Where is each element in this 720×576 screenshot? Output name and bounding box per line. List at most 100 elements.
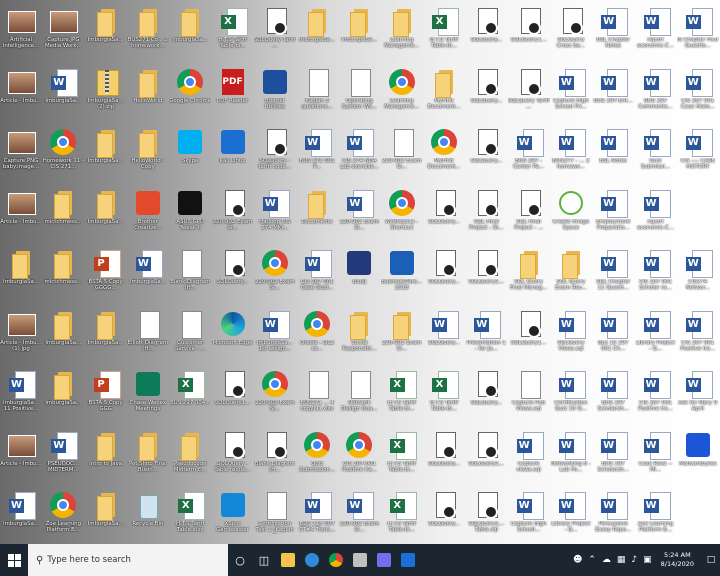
desktop-icon[interactable]: X H.T.S Tariff Table-bi... — [423, 365, 465, 427]
desktop-icon[interactable]: W Certification Quiz 10 Q... — [550, 365, 592, 427]
desktop-icon[interactable]: Capture.PNG baby.image... — [0, 123, 42, 185]
desktop-icon[interactable]: Capture.JPG Media Work... — [42, 2, 84, 64]
desktop-icon[interactable]: SQLQuery... — [465, 123, 507, 185]
desktop-icon[interactable]: ImburgiaSa... — [0, 244, 42, 306]
desktop-icon[interactable]: SQLQuery1... — [465, 426, 507, 488]
desktop-icon[interactable]: ImburgiaSa... — [42, 305, 84, 367]
desktop-icon[interactable]: SQL Query Final Manag... — [508, 244, 550, 306]
desktop-icon[interactable]: W SQLQuery Views.sql — [550, 305, 592, 367]
desktop-icon[interactable]: X H.T.S Tariff Table-bi... — [423, 2, 465, 64]
desktop-icon[interactable]: Wreport economic-C... — [635, 184, 677, 246]
desktop-icon[interactable]: SQLQuery... — [423, 184, 465, 246]
desktop-icon[interactable]: Pet Shop Final Busin... — [127, 426, 169, 488]
desktop-icon[interactable]: Microsoft Edge — [212, 305, 254, 367]
desktop-icon[interactable]: Article - Imbu... — [0, 426, 42, 488]
desktop-icon[interactable]: ImburgiaSa... — [338, 2, 380, 64]
desktop-icon[interactable]: W BUS 271 001 P... — [296, 123, 338, 185]
desktop-icon[interactable]: W CIS 267 001 Positive Ira... — [677, 305, 719, 367]
desktop-icon[interactable]: Blank Diagram (H... — [169, 244, 211, 306]
desktop-icon[interactable]: 220-902 Exam Si... — [254, 244, 296, 306]
desktop-icon[interactable]: W ImburgiaSa... — [127, 244, 169, 306]
desktop-icon[interactable]: Oracle - Q12 cs... — [296, 305, 338, 367]
desktop-icon[interactable]: Create Image Space — [550, 184, 592, 246]
desktop-icon[interactable]: ImburgiaSa... — [42, 365, 84, 427]
desktop-icon[interactable]: SQLQuery Tariff ... — [254, 2, 296, 64]
desktop-icon[interactable]: 220-902 Exam Si... — [381, 305, 423, 367]
network-icon[interactable]: ▦ — [617, 555, 626, 565]
desktop-icon[interactable]: Chase Webex Meetings — [127, 365, 169, 427]
desktop-icon[interactable]: Social Responsibi... — [338, 305, 380, 367]
desktop-icon[interactable]: Article - Imbu... — [0, 184, 42, 246]
mail-button[interactable] — [396, 544, 420, 576]
desktop-icon[interactable]: ImburgiaSa... — [85, 184, 127, 246]
desktop-icon[interactable]: SQLQuery - Table reque... — [212, 426, 254, 488]
desktop-icon[interactable]: W Ask for Mary 9 April — [677, 365, 719, 427]
desktop-icon[interactable]: HelloWorld - Copy — [127, 123, 169, 185]
desktop-icon[interactable]: P BSTA 5 Copy GGG — [85, 365, 127, 427]
people-icon[interactable]: ☻ — [573, 555, 582, 565]
desktop-icon[interactable]: Blank Diagram (H... — [254, 426, 296, 488]
desktop-icon[interactable]: SQLQuery1... Table.sql — [465, 486, 507, 548]
desktop-icon[interactable]: Brother Utilities — [254, 63, 296, 125]
desktop-icon[interactable]: SQLQuery... — [465, 63, 507, 125]
desktop-icon[interactable]: W BUS 115 007 CT#4 Trans... — [296, 486, 338, 548]
desktop-icon[interactable]: W BUS277 - ... 2 homewo... — [550, 123, 592, 185]
clock[interactable]: 5:24 AM 8/14/2020 — [661, 551, 694, 569]
desktop-icon[interactable]: XSplit Gamecaster — [212, 486, 254, 548]
desktop-icon[interactable]: PDF PDF Reader — [212, 63, 254, 125]
desktop-icon[interactable]: W Capture views.sql — [508, 426, 550, 488]
desktop-icon[interactable]: X H.T.S Tariff Table-bi... — [212, 2, 254, 64]
desktop-icon[interactable]: W Zoe Learning Platform B... — [635, 486, 677, 548]
desktop-icon[interactable]: SQLQuery... — [423, 244, 465, 306]
desktop-icon[interactable]: HelloWorld — [127, 63, 169, 125]
desktop-icon[interactable]: W SQLQuery... — [423, 305, 465, 367]
desktop-icon[interactable]: ASUS GPU Tweak II — [169, 184, 211, 246]
desktop-icon[interactable]: X H.T.S Tariff Table-bi... — [381, 426, 423, 488]
desktop-icon[interactable]: W Case Rese -- Mi... — [635, 426, 677, 488]
desktop-icon[interactable]: W SQL Chapter 11 Questi... — [592, 244, 634, 306]
desktop-icon[interactable]: W CIS 274 NDA Lab exercise... — [338, 123, 380, 185]
sql-server-button[interactable] — [348, 544, 372, 576]
desktop-icon[interactable]: W Employment Preparatio... — [592, 184, 634, 246]
desktop-icon[interactable]: X H.T.S Tariff Table-bi... — [381, 365, 423, 427]
desktop-icon[interactable]: Brother Creative... — [127, 184, 169, 246]
desktop-icon[interactable]: W CIS 267 001 Positive Ira... — [635, 365, 677, 427]
desktop-icon[interactable]: W Presentation 1 - for Ja... — [465, 305, 507, 367]
desktop-icon[interactable]: W Capture High School Pri... — [550, 63, 592, 125]
desktop-icon[interactable]: W IS Chapter Four Questio... — [677, 2, 719, 64]
desktop-icon[interactable]: W CIS 267 001 Case Histo... — [677, 63, 719, 125]
desktop-icon[interactable]: BUS271 Co... 2 homework... — [127, 2, 169, 64]
desktop-icon[interactable]: ImburgiaSa... — [85, 123, 127, 185]
desktop-icon[interactable]: SQLQuery Tariff ... — [508, 63, 550, 125]
desktop-icon[interactable]: Documents — [296, 184, 338, 246]
desktop-icon[interactable]: Recycle Bin — [127, 486, 169, 548]
start-button[interactable] — [0, 544, 28, 576]
desktop-icon[interactable]: W BSL Chapter Notes — [592, 2, 634, 64]
desktop-icon[interactable]: W ImburgiaSa... — [0, 486, 42, 548]
desktop-icon[interactable]: Article - Imbu... — [0, 63, 42, 125]
desktop-icon[interactable]: W BUS 297-Ent... — [592, 63, 634, 125]
desktop-icon[interactable]: mictchmess... — [42, 184, 84, 246]
desktop-icon[interactable]: Malwarebytes — [677, 426, 719, 488]
desktop-icon[interactable]: W Capture High School... — [508, 486, 550, 548]
desktop-icon[interactable]: W ImburgiaSa... 11 Positive... — [0, 365, 42, 427]
desktop-icon[interactable]: ImburgiaSa... — [85, 486, 127, 548]
task-view-button[interactable]: ◫ — [252, 544, 276, 576]
desktop-icon[interactable]: MyFirst Document... — [423, 63, 465, 125]
desktop-icon[interactable]: SQLQuery1... — [212, 365, 254, 427]
desktop-icon[interactable]: SQLQuery... — [212, 244, 254, 306]
desktop-icon[interactable]: W BUS 297 Scholarsh... — [592, 426, 634, 488]
desktop-icon[interactable]: Learning Manageme... — [381, 63, 423, 125]
desktop-icon[interactable]: mictchmess... — [42, 244, 84, 306]
desktop-icon[interactable]: Article - Imbu... (1).jpg — [0, 305, 42, 367]
desktop-icon[interactable]: W BUS 297 - Career Pa... — [508, 123, 550, 185]
desktop-icon[interactable]: W 220-902 Exam Si... — [338, 486, 380, 548]
desktop-icon[interactable]: CIS 267-001 Positive Ira... — [338, 426, 380, 488]
desktop-icon[interactable]: P BSTA 5 Copy GGGG... — [85, 244, 127, 306]
desktop-icon[interactable]: SQLQuery... — [423, 486, 465, 548]
desktop-icon[interactable]: WCIS274 Networ... — [677, 244, 719, 306]
desktop-icon[interactable]: X BUS 297 004... — [169, 365, 211, 427]
desktop-icon[interactable]: W Hadoop CIS 274 MKr... — [254, 184, 296, 246]
volume-icon[interactable]: ♪ — [631, 555, 637, 565]
desktop-icon[interactable]: SQLQuery... — [423, 426, 465, 488]
